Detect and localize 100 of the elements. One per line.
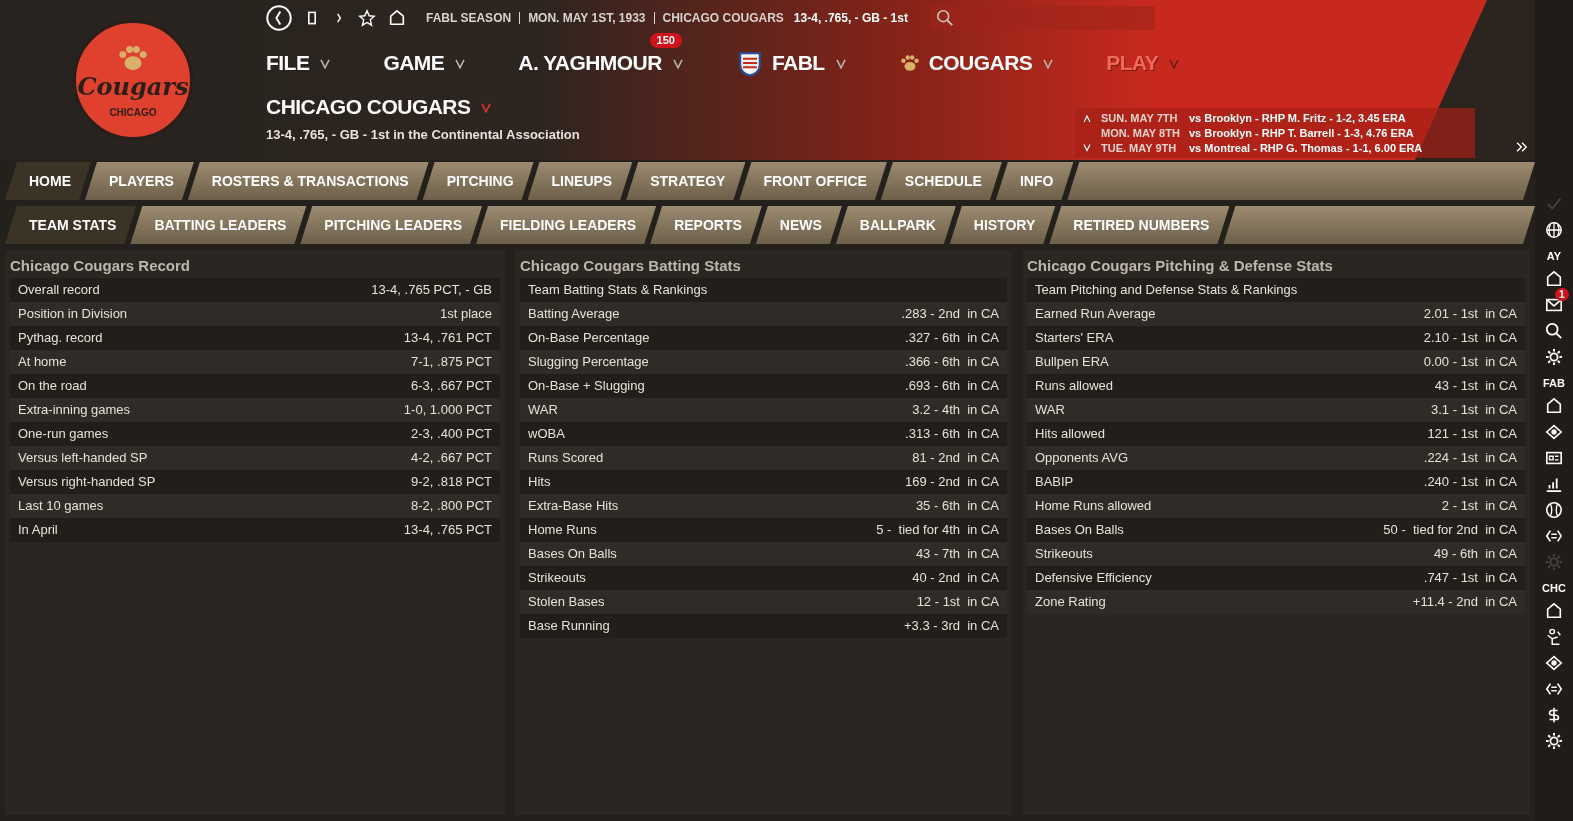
stat-value: .693 - 6th in CA: [905, 377, 999, 396]
stat-label: Home Runs: [528, 521, 597, 540]
nav-tab[interactable]: INFO: [995, 162, 1074, 200]
stat-value: .327 - 6th in CA: [905, 329, 999, 348]
nav-tab[interactable]: BATTING LEADERS: [130, 206, 307, 244]
menu-item: PLAY: [1106, 45, 1183, 81]
nav-tab[interactable]: BALLPARK: [835, 206, 956, 244]
stat-value: 35 - 6th in CA: [915, 497, 999, 516]
stat-label: Overall record: [18, 281, 100, 300]
diamond-icon[interactable]: [1545, 654, 1563, 672]
nav-tab[interactable]: ROSTERS & TRANSACTIONS: [187, 162, 429, 200]
breadcrumb-record: 13-4, .765, - GB - 1st: [793, 10, 908, 27]
stat-value: 2.10 - 1st in CA: [1423, 329, 1517, 348]
nav-tab[interactable]: PITCHING LEADERS: [300, 206, 483, 244]
nav-tab[interactable]: LINEUPS: [527, 162, 633, 200]
player-icon[interactable]: [1545, 628, 1563, 646]
stat-label: Zone Rating: [1035, 593, 1106, 612]
stat-label: One-run games: [18, 425, 109, 444]
stat-label: Batting Average: [528, 305, 620, 324]
breadcrumb-item[interactable]: FABL SEASON: [426, 9, 512, 27]
stat-value: 3.2 - 4th in CA: [912, 401, 999, 420]
stat-label: On-Base Percentage: [528, 329, 650, 348]
stat-label: Strikeouts: [528, 569, 586, 588]
nav-tab[interactable]: HOME: [5, 162, 91, 200]
stat-label: Bullpen ERA: [1035, 353, 1109, 372]
stat-value: 13-4, .761 PCT: [403, 329, 492, 348]
search-icon[interactable]: [1545, 322, 1563, 340]
stat-label: wOBA: [528, 425, 565, 444]
home-icon[interactable]: [1545, 602, 1563, 620]
nav-tab[interactable]: SCHEDULE: [880, 162, 1002, 200]
globe-icon[interactable]: [1545, 221, 1563, 239]
nav-tab[interactable]: STRATEGY: [626, 162, 746, 200]
stat-label: Hits allowed: [1035, 425, 1106, 444]
diamond-icon[interactable]: [1545, 423, 1563, 441]
home-icon[interactable]: [1545, 397, 1563, 415]
stat-label: On the road: [18, 377, 87, 396]
nav-tab[interactable]: TEAM STATS: [5, 206, 137, 244]
breadcrumb-item[interactable]: MON. MAY 1ST, 1933: [528, 9, 646, 27]
arrows-icon[interactable]: [1545, 680, 1563, 698]
nav-tab[interactable]: RETIRED NUMBERS: [1049, 206, 1230, 244]
stat-label: At home: [18, 353, 67, 372]
back-icon[interactable]: [266, 5, 292, 31]
panel-title: Chicago Cougars Record: [10, 256, 192, 276]
menu-item[interactable]: A. YAGHMOUR: [518, 45, 686, 81]
game-matchup[interactable]: vs Montreal - RHP G. Thomas - 1-1, 6.00 ERA: [1189, 140, 1423, 156]
baseball-icon[interactable]: [1545, 501, 1563, 519]
stat-value: .283 - 2nd in CA: [901, 305, 999, 324]
stat-value: 5 - tied for 4th in CA: [876, 521, 999, 540]
home-icon[interactable]: [1545, 270, 1563, 288]
stat-value: .240 - 1st in CA: [1423, 473, 1517, 492]
arrows-icon[interactable]: [1545, 527, 1563, 545]
stat-label: Base Running: [528, 617, 610, 636]
stat-value: +3.3 - 3rd in CA: [903, 617, 999, 636]
sidebar-section-label: AY: [1546, 251, 1562, 262]
stat-label: On-Base + Slugging: [528, 377, 645, 396]
game-matchup[interactable]: vs Brooklyn - RHP M. Fritz - 1-2, 3.45 ERA: [1189, 110, 1406, 126]
stat-value: 2 - 1st in CA: [1441, 497, 1517, 516]
stat-label: Runs allowed: [1035, 377, 1114, 396]
nav-tab[interactable]: PLAYERS: [85, 162, 194, 200]
stat-value: 1st place: [439, 305, 492, 324]
stat-value: 43 - 7th in CA: [915, 545, 999, 564]
check-icon[interactable]: [1545, 195, 1563, 213]
stat-label: Versus right-handed SP: [18, 473, 156, 492]
stat-value: 12 - 1st in CA: [916, 593, 999, 612]
expand-icon[interactable]: [1515, 140, 1529, 154]
nav-tab[interactable]: NEWS: [755, 206, 842, 244]
menu-item[interactable]: GAME: [383, 45, 469, 81]
star-icon[interactable]: [358, 9, 376, 27]
stat-label: Home Runs allowed: [1035, 497, 1152, 516]
breadcrumb-item[interactable]: CHICAGO COUGARS: [662, 9, 784, 27]
nav-tab[interactable]: PITCHING: [422, 162, 534, 200]
game-date: SUN. MAY 7TH: [1101, 110, 1179, 126]
search-field[interactable]: [929, 6, 1155, 30]
game-matchup[interactable]: vs Brooklyn - RHP T. Barrell - 1-3, 4.76 ERA: [1189, 125, 1414, 141]
stat-label: In April: [18, 521, 58, 540]
stat-value: 0.00 - 1st in CA: [1423, 353, 1517, 372]
stat-value: 49 - 6th in CA: [1433, 545, 1517, 564]
stat-value: 1-0, 1.000 PCT: [403, 401, 492, 420]
stat-label: Bases On Balls: [1035, 521, 1124, 540]
nav-tab[interactable]: REPORTS: [650, 206, 762, 244]
menu-item[interactable]: FILE: [266, 45, 334, 81]
card-icon[interactable]: [1545, 449, 1563, 467]
team-menu[interactable]: CHICAGO COUGARS: [266, 91, 495, 123]
mail-icon[interactable]: [1545, 296, 1563, 314]
menu-item[interactable]: COUGARS: [898, 45, 1057, 81]
stat-value: 9-2, .818 PCT: [411, 473, 492, 492]
stat-label: Starters' ERA: [1035, 329, 1114, 348]
stat-value: 121 - 1st in CA: [1427, 425, 1517, 444]
stat-value: 13-4, .765 PCT: [403, 521, 492, 540]
stat-value: 43 - 1st in CA: [1434, 377, 1517, 396]
stat-value: .224 - 1st in CA: [1423, 449, 1517, 468]
nav-tab[interactable]: FIELDING LEADERS: [476, 206, 657, 244]
stat-label: Versus left-handed SP: [18, 449, 148, 468]
menu-item[interactable]: FABL: [735, 45, 849, 81]
nav-tab[interactable]: HISTORY: [949, 206, 1056, 244]
stat-value: .313 - 6th in CA: [905, 425, 999, 444]
sidebar-section-label: FAB: [1543, 378, 1565, 389]
home-icon[interactable]: [388, 9, 406, 27]
nav-tab[interactable]: FRONT OFFICE: [739, 162, 887, 200]
stat-value: 169 - 2nd in CA: [905, 473, 999, 492]
